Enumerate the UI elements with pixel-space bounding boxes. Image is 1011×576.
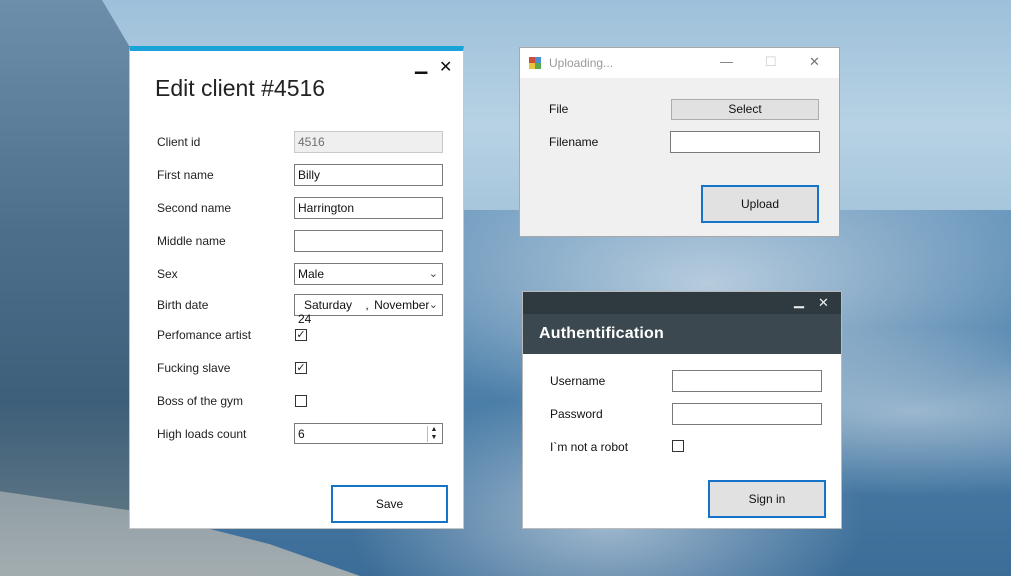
close-icon[interactable]: ✕	[809, 54, 820, 70]
chevron-down-icon: ⌄	[428, 268, 438, 280]
birth-date-separator: ,	[365, 298, 369, 312]
robot-checkbox[interactable]	[672, 440, 684, 452]
auth-titlebar: ▁ ✕	[523, 292, 841, 314]
sex-value: Male	[298, 267, 325, 281]
auth-header: Authentification	[523, 314, 841, 354]
auth-title: Authentification	[539, 325, 664, 342]
birth-date-label: Birth date	[157, 298, 209, 312]
birth-date-day: Saturday	[304, 298, 353, 312]
select-button[interactable]: Select	[671, 99, 819, 120]
app-icon	[529, 56, 541, 69]
window-title: Uploading...	[549, 56, 614, 70]
username-label: Username	[550, 374, 606, 388]
username-input[interactable]	[672, 370, 822, 392]
auth-window: ▁ ✕ Authentification Username Password I…	[522, 291, 842, 529]
high-loads-stepper[interactable]: 6 ▲ ▼	[294, 423, 443, 444]
close-icon[interactable]: ✕	[818, 295, 829, 311]
first-name-label: First name	[157, 168, 214, 182]
password-input[interactable]	[672, 403, 822, 425]
second-name-input[interactable]: Harrington	[294, 197, 443, 219]
robot-label: I`m not a robot	[550, 440, 629, 454]
performance-artist-label: Perfomance artist	[157, 328, 252, 342]
page-title: Edit client #4516	[155, 75, 326, 101]
save-button[interactable]: Save	[331, 485, 448, 523]
high-loads-value: 6	[298, 427, 305, 441]
upload-button[interactable]: Upload	[701, 185, 819, 223]
file-label: File	[549, 102, 569, 116]
slave-label: Fucking slave	[157, 361, 231, 375]
chevron-down-icon: ⌄	[428, 299, 438, 311]
birth-date-picker[interactable]: Saturday , November 24 ⌄	[294, 294, 443, 326]
sex-label: Sex	[157, 267, 178, 281]
edit-client-window: ▁ ✕ Edit client #4516 Client id 4516 Fir…	[129, 46, 464, 529]
maximize-icon: ☐	[765, 54, 777, 69]
middle-name-input[interactable]	[294, 230, 443, 252]
sign-in-button[interactable]: Sign in	[708, 480, 826, 518]
client-id-field: 4516	[294, 131, 443, 153]
middle-name-label: Middle name	[157, 234, 226, 248]
spin-down-icon[interactable]: ▼	[428, 434, 440, 442]
minimize-icon[interactable]: ▁	[794, 293, 804, 309]
performance-artist-checkbox[interactable]: ✓	[295, 329, 307, 341]
sex-select[interactable]: Male ⌄	[294, 263, 443, 285]
uploading-titlebar: Uploading... — ☐ ✕	[520, 48, 839, 78]
client-id-label: Client id	[157, 135, 201, 149]
spin-up-icon[interactable]: ▲	[428, 426, 440, 434]
filename-label: Filename	[549, 135, 599, 149]
second-name-label: Second name	[157, 201, 232, 215]
uploading-window: Uploading... — ☐ ✕ File Select Filename …	[519, 47, 840, 237]
boss-label: Boss of the gym	[157, 394, 244, 408]
first-name-input[interactable]: Billy	[294, 164, 443, 186]
checkmark-icon: ✓	[296, 329, 306, 341]
minimize-icon[interactable]: ▁	[415, 55, 427, 75]
slave-checkbox[interactable]: ✓	[295, 362, 307, 374]
spin-buttons[interactable]: ▲ ▼	[427, 426, 440, 442]
boss-checkbox[interactable]	[295, 395, 307, 407]
filename-input[interactable]	[670, 131, 820, 153]
password-label: Password	[550, 407, 603, 421]
high-loads-label: High loads count	[157, 427, 247, 441]
close-icon[interactable]: ✕	[439, 57, 452, 77]
minimize-icon[interactable]: —	[720, 54, 733, 69]
checkmark-icon: ✓	[296, 362, 306, 374]
